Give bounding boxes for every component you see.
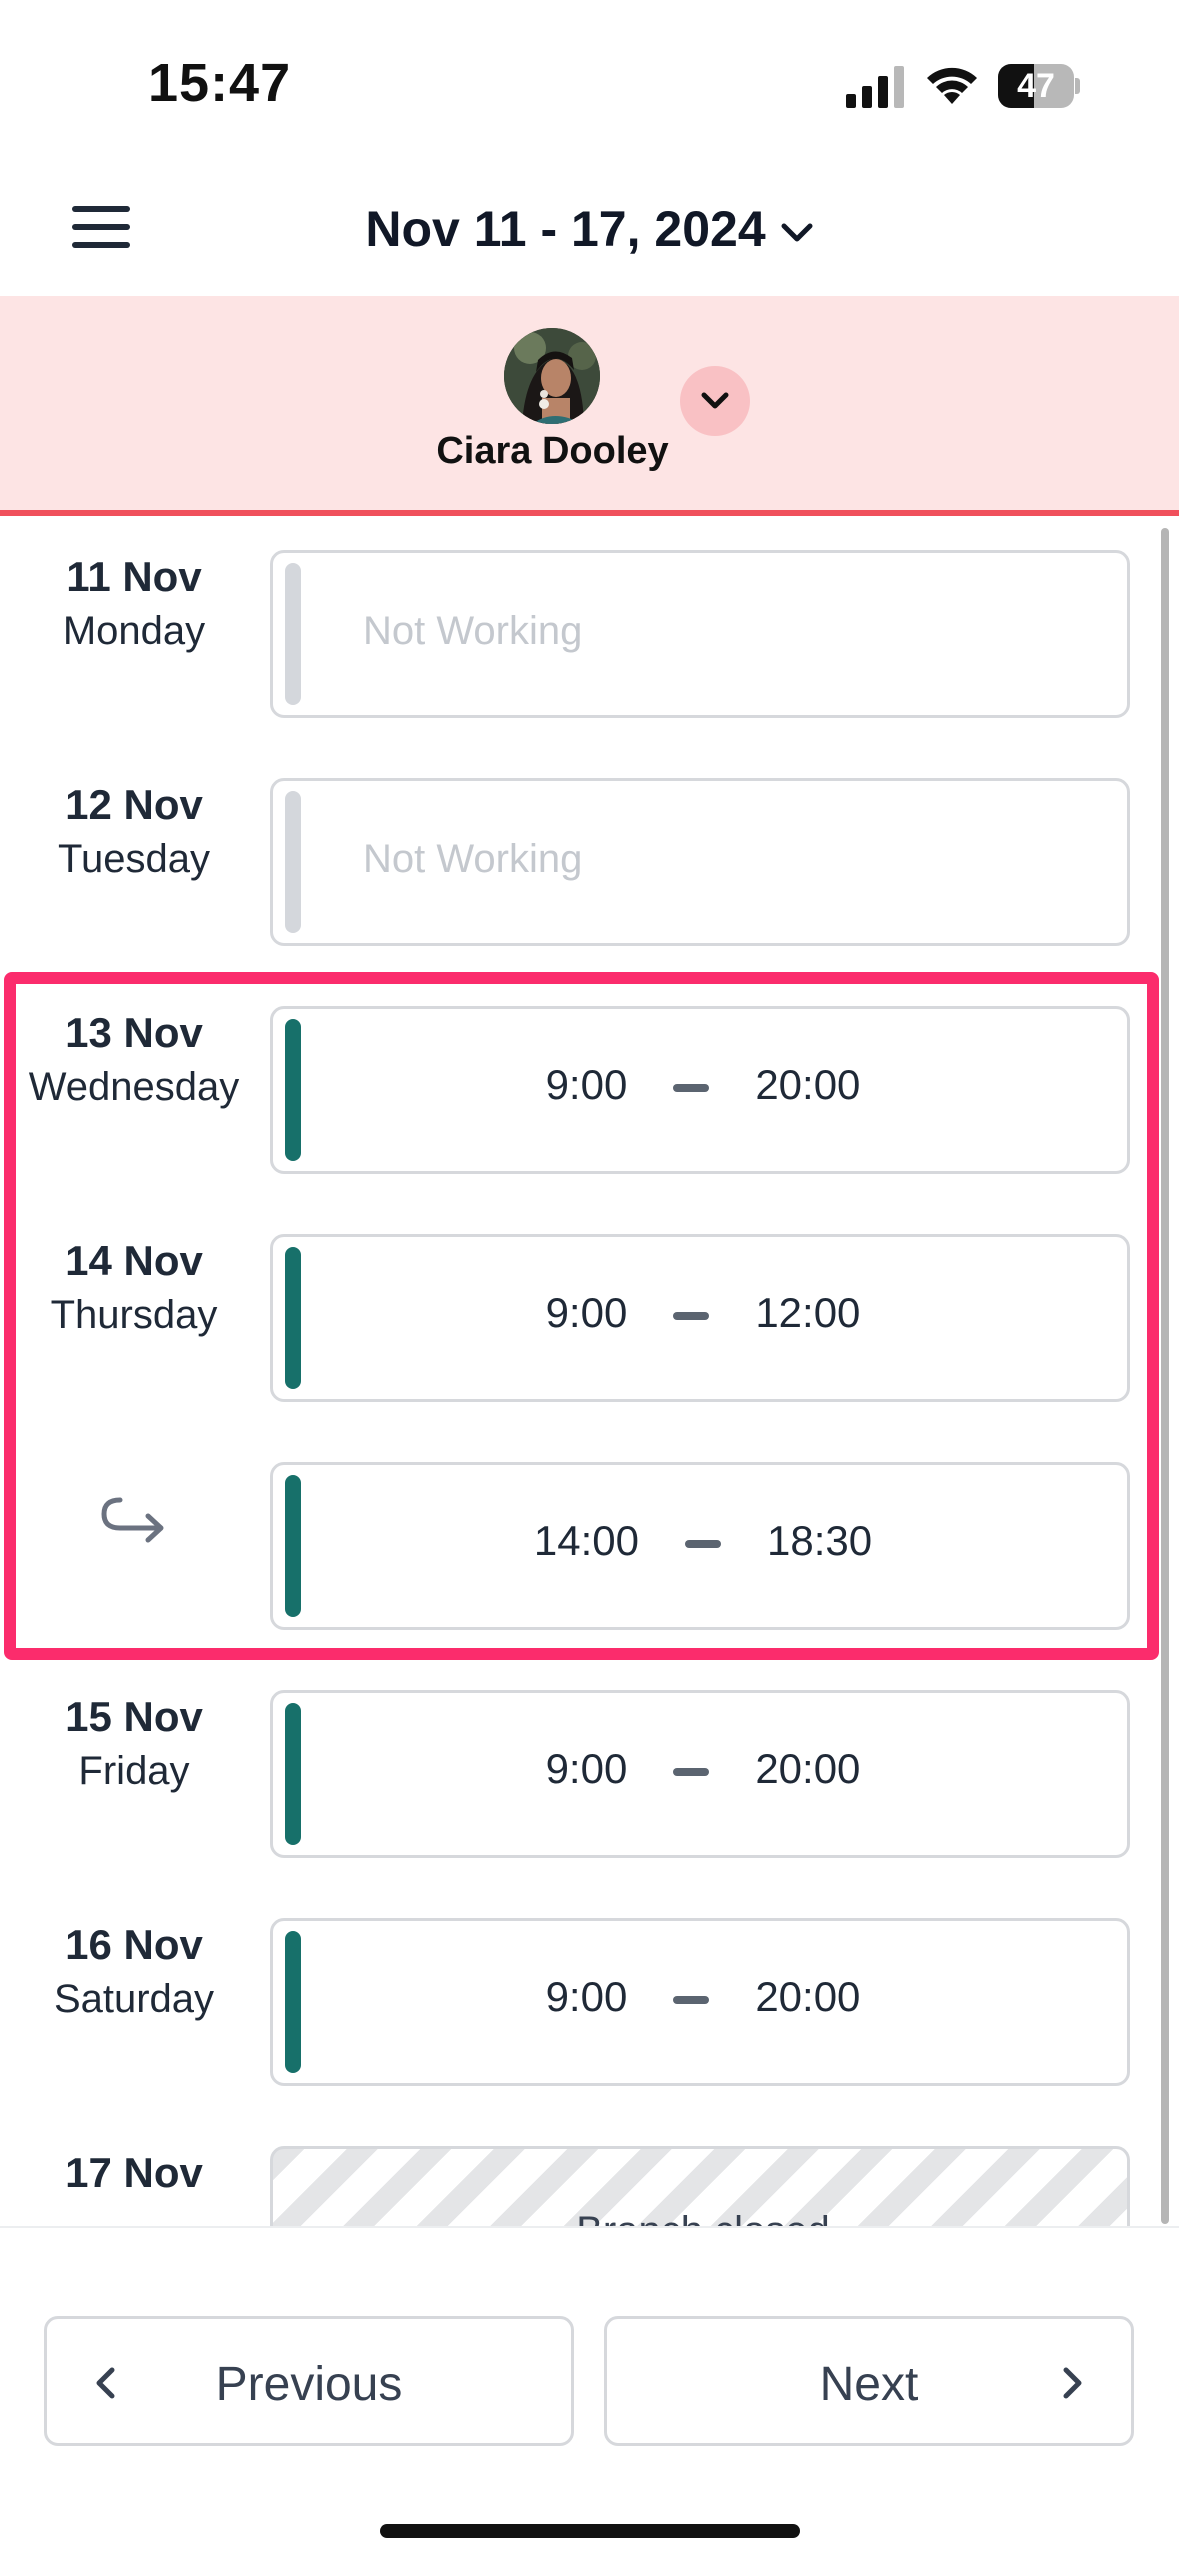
not-working-label: Not Working (363, 609, 583, 653)
shift-start-time: 9:00 (545, 1973, 628, 2020)
next-label: Next (819, 2358, 919, 2411)
shift-times: 9:00 12:00 (273, 1289, 1133, 1337)
day-weekday: Monday (62, 609, 206, 653)
avatar (504, 328, 600, 424)
day-label: 17 Nov (0, 2146, 268, 2200)
day-label: 11 Nov Monday (0, 550, 268, 658)
day-date: 14 Nov (65, 1237, 203, 1284)
shift-times: 14:00 18:30 (273, 1517, 1133, 1565)
day-label: 15 Nov Friday (0, 1690, 268, 1798)
staff-name: Ciara Dooley (436, 430, 669, 472)
day-date: 13 Nov (65, 1009, 203, 1056)
day-label: 13 Nov Wednesday (0, 1006, 268, 1114)
day-date: 11 Nov (66, 553, 202, 600)
day-row: 17 Nov Branch closed (0, 2118, 1179, 2226)
shift-start-time: 9:00 (545, 1061, 628, 1108)
day-weekday: Tuesday (58, 837, 210, 881)
day-weekday: Saturday (53, 1977, 215, 2021)
shift-end-time: 20:00 (755, 1745, 861, 1792)
branch-closed-card: Branch closed (270, 2146, 1130, 2226)
shift-start-time: 9:00 (545, 1745, 628, 1792)
previous-label: Previous (215, 2358, 403, 2411)
wifi-icon (927, 67, 977, 104)
day-weekday: Wednesday (28, 1065, 240, 1109)
day-row: 14 Nov Thursday 9:00 12:00 (0, 1206, 1179, 1402)
chevron-down-icon (781, 223, 813, 242)
schedule-list[interactable]: 11 Nov Monday Not Working 12 Nov Tuesday… (0, 522, 1179, 2226)
shift-times: 9:00 20:00 (273, 1745, 1133, 1793)
shift-end-time: 18:30 (767, 1517, 873, 1564)
battery-percent: 47 (1017, 67, 1055, 105)
shift-card[interactable]: 9:00 20:00 (270, 1006, 1130, 1174)
day-row: 16 Nov Saturday 9:00 20:00 (0, 1890, 1179, 2086)
battery-icon: 47 (998, 64, 1080, 108)
scrollbar[interactable] (1161, 528, 1169, 2224)
not-working-label: Not Working (363, 837, 583, 881)
shift-start-time: 9:00 (545, 1289, 628, 1336)
status-bar: 15:47 47 (0, 0, 1179, 170)
day-label: 14 Nov Thursday (0, 1234, 268, 1342)
day-row: 15 Nov Friday 9:00 20:00 (0, 1662, 1179, 1858)
time-separator (673, 1995, 710, 2004)
shift-card[interactable]: 9:00 12:00 (270, 1234, 1130, 1402)
home-indicator (380, 2524, 800, 2538)
chevron-right-icon (1063, 2367, 1082, 2399)
shift-start-time: 14:00 (533, 1517, 639, 1564)
staff-selector-band: Ciara Dooley (0, 296, 1179, 516)
time-separator (673, 1311, 710, 1320)
day-weekday: Thursday (50, 1293, 218, 1337)
cellular-signal-icon (846, 66, 904, 108)
day-date: 15 Nov (65, 1693, 203, 1740)
day-row: 12 Nov Tuesday Not Working (0, 750, 1179, 946)
day-label: 16 Nov Saturday (0, 1918, 268, 2026)
branch-closed-label: Branch closed (273, 2209, 1127, 2226)
status-accent-bar (285, 791, 301, 933)
shift-card[interactable]: 9:00 20:00 (270, 1918, 1130, 2086)
week-range-label: Nov 11 - 17, 2024 (365, 201, 766, 257)
shift-card[interactable]: Not Working (270, 778, 1130, 946)
day-date: 12 Nov (65, 781, 203, 828)
shift-card[interactable]: Not Working (270, 550, 1130, 718)
shift-end-time: 20:00 (755, 1973, 861, 2020)
day-weekday: Friday (78, 1749, 190, 1793)
week-selector[interactable]: Nov 11 - 17, 2024 (0, 200, 1179, 258)
shift-times: 9:00 20:00 (273, 1973, 1133, 2021)
footer-navigation: Previous Next (0, 2226, 1179, 2556)
day-row: 13 Nov Wednesday 9:00 20:00 (0, 978, 1179, 1174)
previous-week-button[interactable]: Previous (44, 2316, 574, 2446)
status-time: 15:47 (148, 53, 292, 113)
shift-end-time: 12:00 (755, 1289, 861, 1336)
shift-times: 9:00 20:00 (273, 1061, 1133, 1109)
day-label: 12 Nov Tuesday (0, 778, 268, 886)
time-separator (673, 1767, 710, 1776)
shift-card[interactable]: 14:00 18:30 (270, 1462, 1130, 1630)
time-separator (685, 1539, 721, 1548)
day-date: 16 Nov (65, 1921, 203, 1968)
time-separator (673, 1083, 710, 1092)
shift-card[interactable]: 9:00 20:00 (270, 1690, 1130, 1858)
next-week-button[interactable]: Next (604, 2316, 1134, 2446)
day-date: 17 Nov (65, 2149, 203, 2196)
split-shift-row: 14:00 18:30 (0, 1434, 1179, 1630)
staff-dropdown-button[interactable] (680, 366, 750, 436)
status-accent-bar (285, 563, 301, 705)
chevron-down-icon (701, 392, 729, 409)
shift-end-time: 20:00 (755, 1061, 861, 1108)
app-header: Nov 11 - 17, 2024 (0, 170, 1179, 296)
split-shift-arrow-icon (101, 1497, 164, 1543)
day-row: 11 Nov Monday Not Working (0, 522, 1179, 718)
